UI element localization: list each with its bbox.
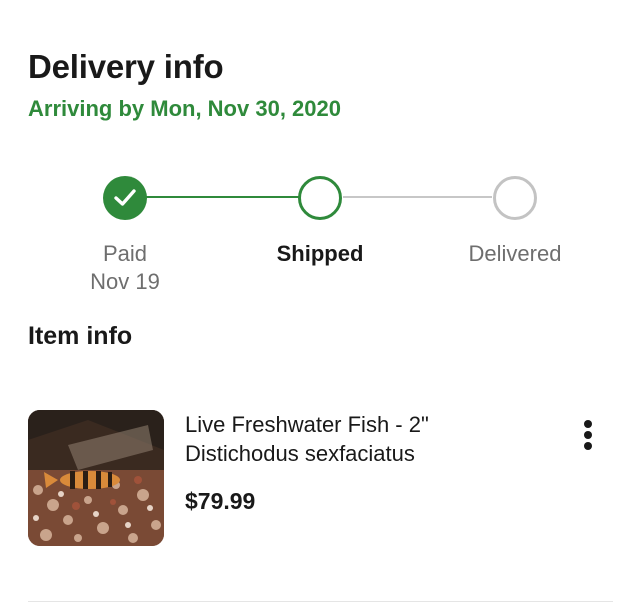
divider [28, 601, 613, 602]
more-vertical-icon-dot [584, 431, 592, 439]
progress-line-pending [343, 196, 492, 198]
step-shipped-label: Shipped [276, 241, 364, 266]
progress-line-complete [146, 196, 299, 198]
item-title-link[interactable]: Live Freshwater Fish - 2" Distichodus se… [185, 410, 545, 468]
paid-step-check-icon [103, 176, 147, 220]
step-paid: Paid Nov 19 [45, 240, 205, 296]
more-vertical-icon [584, 420, 592, 428]
shipped-step-circle-icon [298, 176, 342, 220]
item-name-line1: Live Freshwater Fish - 2" [185, 412, 429, 437]
more-options-button[interactable] [572, 412, 604, 456]
step-paid-label: Paid [102, 241, 148, 266]
shipment-progress-tracker: Paid Nov 19 Shipped Delivered [0, 170, 640, 300]
more-vertical-icon-dot [584, 442, 592, 450]
item-info-heading: Item info [28, 322, 133, 350]
item-price: $79.99 [185, 488, 256, 514]
item-thumbnail[interactable] [28, 410, 164, 546]
step-delivered-label: Delivered [468, 241, 562, 266]
item-name-line2: Distichodus sexfaciatus [185, 441, 415, 466]
delivery-info-heading: Delivery info [28, 48, 224, 85]
arrival-date: Arriving by Mon, Nov 30, 2020 [28, 96, 341, 121]
step-paid-date: Nov 19 [90, 269, 160, 294]
delivered-step-circle-icon [493, 176, 537, 220]
